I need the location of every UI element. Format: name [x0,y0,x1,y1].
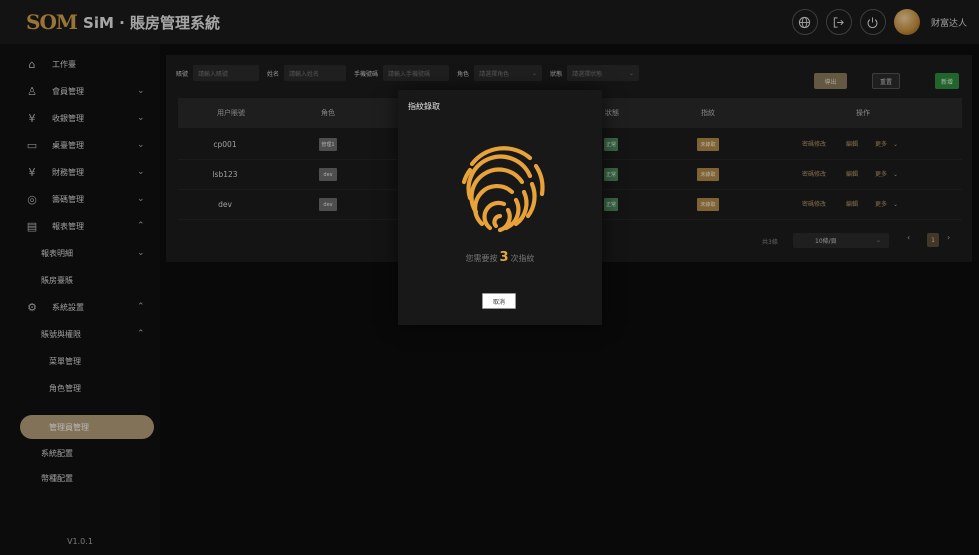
cancel-button[interactable]: 取消 [482,293,516,309]
modal-instruction: 您需要按 3 次指紋 [398,250,602,265]
instruction-suffix: 次指紋 [510,254,535,263]
press-count: 3 [499,250,509,265]
modal-title: 指紋錄取 [408,102,440,111]
app: SOM SiM · 賬房管理系統 财富达人 ⌂ 工作臺 ♙ 會員管理 ⌄ ¥ 收… [0,0,979,555]
instruction-prefix: 您需要按 [465,254,498,263]
fingerprint-icon [461,146,545,233]
fingerprint-modal: 指紋錄取 您需要按 3 次指紋 取消 [398,90,602,325]
